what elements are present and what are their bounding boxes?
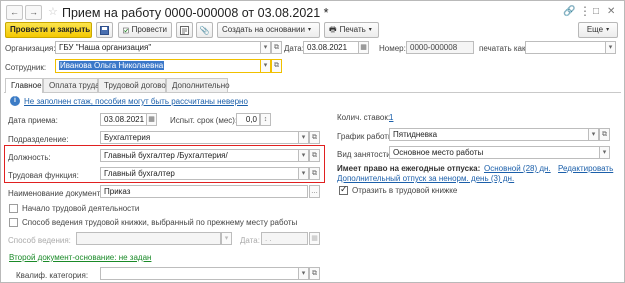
info-icon: i xyxy=(10,96,20,106)
position-label: Должность: xyxy=(8,153,51,162)
doc-name-label: Наименование документа: xyxy=(8,189,107,198)
organization-field[interactable]: ГБУ "Наша организация" xyxy=(55,41,261,54)
probation-stepper[interactable]: ↕ xyxy=(260,113,271,126)
rates-label: Колич. ставок: xyxy=(337,113,391,122)
reflect-workbook-label: Отразить в трудовой книжке xyxy=(352,186,458,195)
print-as-field[interactable] xyxy=(525,41,606,54)
forward-button[interactable]: → xyxy=(25,5,42,20)
second-basis-link[interactable]: Второй документ-основание: не задан xyxy=(9,252,151,263)
employee-label: Сотрудник: xyxy=(5,63,47,72)
tab-divider xyxy=(4,92,621,93)
back-button[interactable]: ← xyxy=(6,5,23,20)
post-icon xyxy=(123,27,129,33)
employment-type-dropdown-button[interactable]: ▾ xyxy=(599,146,610,159)
schedule-open-button[interactable]: ⧉ xyxy=(599,128,610,141)
calendar-button[interactable]: ▦ xyxy=(358,41,369,54)
doc-name-select-button[interactable]: … xyxy=(309,185,320,198)
print-as-label: печатать как: xyxy=(479,44,528,53)
department-open-button[interactable]: ⧉ xyxy=(309,131,320,144)
dropdown-arrow-icon: ▾ xyxy=(368,27,372,33)
keep-workbook-checkbox[interactable] xyxy=(9,218,18,227)
warning-link[interactable]: Не заполнен стаж, пособия могут быть рас… xyxy=(24,96,248,107)
post-and-close-button[interactable]: Провести и закрыть xyxy=(5,22,92,38)
print-button[interactable]: 🖶 Печать ▾ xyxy=(324,22,379,38)
employee-field[interactable]: Иванова Ольга Николаевна xyxy=(55,59,261,73)
labor-function-dropdown-button[interactable]: ▾ xyxy=(298,167,309,180)
page-title: Прием на работу 0000-000008 от 03.08.202… xyxy=(62,6,329,20)
qual-category-open-button[interactable]: ⧉ xyxy=(309,267,320,280)
keep-method-dropdown-button[interactable]: ▾ xyxy=(221,232,232,245)
qual-category-label: Квалиф. категория: xyxy=(16,271,89,280)
maximize-icon[interactable]: □ xyxy=(593,5,599,19)
start-work-checkbox[interactable] xyxy=(9,204,18,213)
keep-workbook-label: Способ ведения трудовой книжки, выбранны… xyxy=(22,218,298,227)
forward-arrow-icon: → xyxy=(29,7,38,17)
position-open-button[interactable]: ⧉ xyxy=(309,149,320,162)
employee-dropdown-button[interactable]: ▾ xyxy=(260,59,271,73)
tab-additional[interactable]: Дополнительно xyxy=(166,78,230,92)
labor-function-field[interactable]: Главный бухгалтер xyxy=(100,167,299,180)
schedule-field[interactable]: Пятидневка xyxy=(389,128,589,141)
rates-link[interactable]: 1 xyxy=(389,112,393,123)
qual-category-field[interactable] xyxy=(100,267,299,280)
print-as-dropdown-button[interactable]: ▾ xyxy=(605,41,616,54)
keep-method-label: Способ ведения: xyxy=(8,236,71,245)
hire-date-label: Дата приема: xyxy=(8,116,58,125)
calendar-icon: ▦ xyxy=(360,44,367,51)
position-field[interactable]: Главный бухгалтер /Бухгалтерия/ xyxy=(100,149,299,162)
organization-label: Организация: xyxy=(5,44,56,53)
more-menu-icon[interactable]: ⋮ xyxy=(579,4,591,18)
vacation-extra-link[interactable]: Дополнительный отпуск за ненорм. день (3… xyxy=(337,173,514,184)
number-label: Номер: xyxy=(379,44,406,53)
reflect-workbook-checkbox[interactable] xyxy=(339,184,348,195)
paperclip-icon: 📎 xyxy=(199,25,210,35)
attach-files-button[interactable]: 📎 xyxy=(196,22,213,38)
tab-labor-contract[interactable]: Трудовой договор xyxy=(98,78,170,92)
department-dropdown-button[interactable]: ▾ xyxy=(298,131,309,144)
close-icon[interactable]: ✕ xyxy=(607,5,615,19)
more-button[interactable]: Еще ▾ xyxy=(578,22,618,38)
post-button[interactable]: Провести xyxy=(118,22,172,38)
tab-payment[interactable]: Оплата труда xyxy=(43,78,100,92)
save-button[interactable] xyxy=(96,22,113,38)
department-label: Подразделение: xyxy=(8,135,69,144)
keep-date-label: Дата: xyxy=(240,236,260,245)
document-movements-button[interactable] xyxy=(176,22,193,38)
keep-method-field[interactable] xyxy=(76,232,221,245)
organization-open-button[interactable]: ⧉ xyxy=(271,41,282,54)
tab-main[interactable]: Главное xyxy=(5,78,43,93)
vacation-edit-link[interactable]: Редактировать xyxy=(558,163,613,174)
movements-icon xyxy=(180,25,189,35)
link-icon[interactable]: 🔗 xyxy=(563,5,575,19)
printer-icon: 🖶 xyxy=(329,25,337,34)
labor-function-label: Трудовая функция: xyxy=(8,171,79,180)
date-label: Дата: xyxy=(284,44,304,53)
schedule-dropdown-button[interactable]: ▾ xyxy=(588,128,599,141)
qual-category-dropdown-button[interactable]: ▾ xyxy=(298,267,309,280)
probation-label: Испыт. срок (мес): xyxy=(170,116,238,125)
employee-open-button[interactable]: ⧉ xyxy=(271,59,282,73)
start-work-label: Начало трудовой деятельности xyxy=(22,204,140,213)
department-field[interactable]: Бухгалтерия xyxy=(100,131,299,144)
position-dropdown-button[interactable]: ▾ xyxy=(298,149,309,162)
create-based-on-button[interactable]: Создать на основании ▾ xyxy=(217,22,320,38)
labor-function-open-button[interactable]: ⧉ xyxy=(309,167,320,180)
keep-date-field[interactable]: . . xyxy=(261,232,308,245)
organization-dropdown-button[interactable]: ▾ xyxy=(260,41,271,54)
number-field[interactable]: 0000-000008 xyxy=(406,41,474,54)
save-icon xyxy=(100,25,109,35)
employment-type-label: Вид занятости: xyxy=(337,150,393,159)
hire-date-calendar-button[interactable]: ▦ xyxy=(146,113,157,126)
hire-date-field[interactable]: 03.08.2021 xyxy=(100,113,147,126)
calendar-icon: ▦ xyxy=(148,116,155,123)
schedule-label: График работы: xyxy=(337,132,396,141)
favorite-star-icon[interactable]: ☆ xyxy=(48,5,58,20)
probation-field[interactable]: 0,0 xyxy=(236,113,260,126)
keep-date-calendar-button[interactable]: ▦ xyxy=(309,232,320,245)
dropdown-arrow-icon: ▾ xyxy=(308,27,312,33)
doc-name-field[interactable]: Приказ xyxy=(100,185,308,198)
employment-type-field[interactable]: Основное место работы xyxy=(389,146,600,159)
date-field[interactable]: 03.08.2021 xyxy=(303,41,359,54)
back-arrow-icon: ← xyxy=(10,7,19,17)
